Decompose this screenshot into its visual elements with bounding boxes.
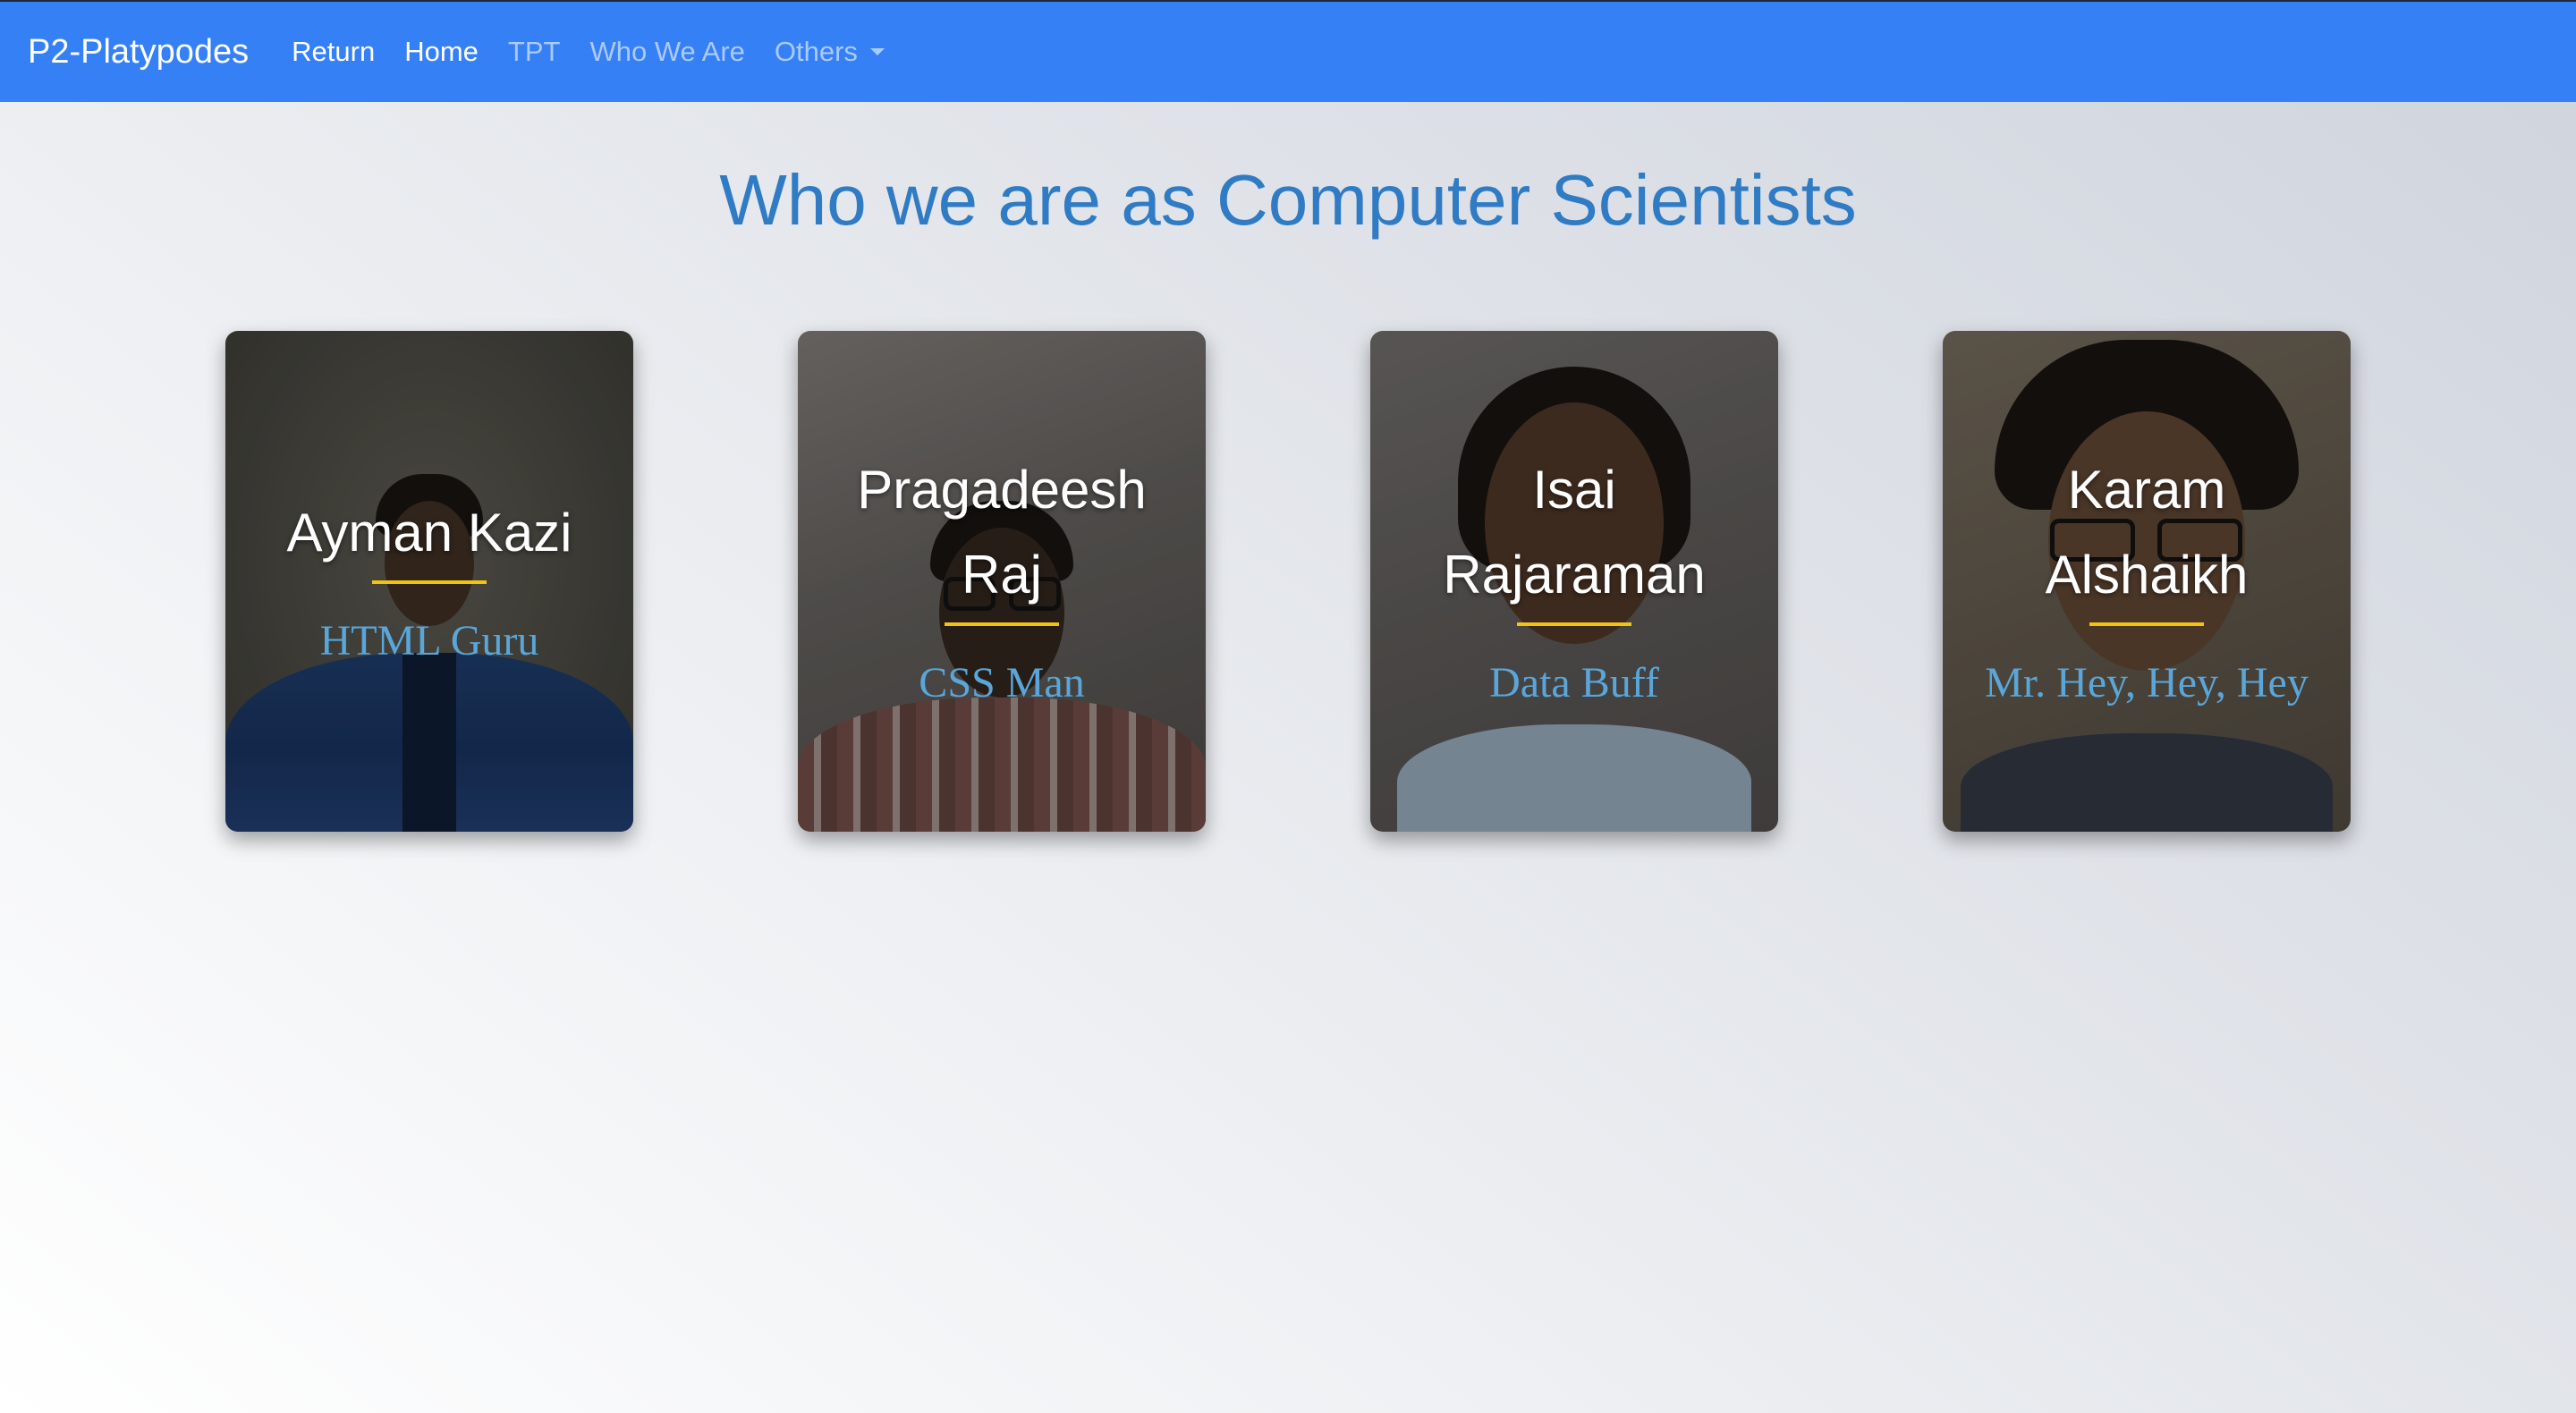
card-divider [2089, 622, 2204, 626]
card-role: Data Buff [1489, 659, 1659, 706]
card-role: CSS Man [919, 659, 1085, 706]
card-content: Ayman Kazi HTML Guru [225, 331, 633, 832]
profile-card-ayman[interactable]: Ayman Kazi HTML Guru [225, 331, 633, 832]
card-divider [1517, 622, 1631, 626]
card-role: HTML Guru [319, 616, 539, 664]
brand-link[interactable]: P2-Platypodes [28, 33, 249, 72]
nav-others-label: Others [774, 36, 858, 67]
profile-card-karam[interactable]: Karam Alshaikh Mr. Hey, Hey, Hey [1943, 331, 2351, 832]
card-content: Pragadeesh Raj CSS Man [798, 331, 1206, 832]
card-divider [945, 622, 1059, 626]
card-name: Karam Alshaikh [2045, 460, 2249, 605]
card-divider [372, 580, 487, 584]
nav-home[interactable]: Home [404, 36, 479, 68]
profile-card-isai[interactable]: Isai Rajaraman Data Buff [1370, 331, 1778, 832]
nav-tpt[interactable]: TPT [508, 36, 561, 68]
page-title: Who we are as Computer Scientists [719, 160, 1857, 240]
navbar: P2-Platypodes Return Home TPT Who We Are… [0, 0, 2576, 102]
card-content: Isai Rajaraman Data Buff [1370, 331, 1778, 832]
card-content: Karam Alshaikh Mr. Hey, Hey, Hey [1943, 331, 2351, 832]
nav-return[interactable]: Return [292, 36, 375, 68]
card-name: Pragadeesh Raj [857, 460, 1147, 605]
nav-who-we-are[interactable]: Who We Are [589, 36, 744, 68]
nav-others-dropdown[interactable]: Others [775, 36, 885, 68]
card-name: Isai Rajaraman [1443, 460, 1706, 605]
caret-down-icon [869, 48, 885, 55]
card-name: Ayman Kazi [286, 502, 572, 563]
card-role: Mr. Hey, Hey, Hey [1985, 659, 2309, 706]
profile-card-pragadeesh[interactable]: Pragadeesh Raj CSS Man [798, 331, 1206, 832]
